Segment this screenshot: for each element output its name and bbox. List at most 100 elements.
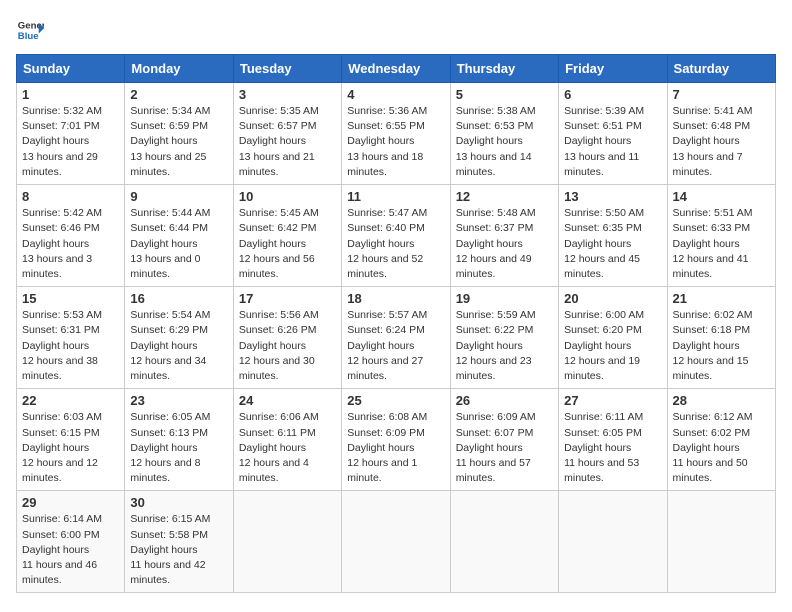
weekday-header-wednesday: Wednesday [342,55,450,83]
weekday-header-tuesday: Tuesday [233,55,341,83]
day-number: 2 [130,87,227,102]
weekday-header-monday: Monday [125,55,233,83]
day-number: 10 [239,189,336,204]
calendar-cell: 9 Sunrise: 5:44 AMSunset: 6:44 PMDayligh… [125,185,233,287]
day-number: 19 [456,291,553,306]
weekday-header-thursday: Thursday [450,55,558,83]
logo-icon: General Blue [16,16,44,44]
calendar-cell [233,491,341,593]
calendar-cell: 7 Sunrise: 5:41 AMSunset: 6:48 PMDayligh… [667,83,775,185]
day-number: 27 [564,393,661,408]
day-info: Sunrise: 5:59 AMSunset: 6:22 PMDaylight … [456,308,553,384]
day-info: Sunrise: 6:06 AMSunset: 6:11 PMDaylight … [239,410,336,486]
day-info: Sunrise: 5:48 AMSunset: 6:37 PMDaylight … [456,206,553,282]
page-header: General Blue [16,16,776,44]
day-number: 9 [130,189,227,204]
day-number: 13 [564,189,661,204]
day-number: 6 [564,87,661,102]
calendar-cell: 25 Sunrise: 6:08 AMSunset: 6:09 PMDaylig… [342,389,450,491]
day-number: 12 [456,189,553,204]
calendar-cell: 13 Sunrise: 5:50 AMSunset: 6:35 PMDaylig… [559,185,667,287]
calendar-cell: 27 Sunrise: 6:11 AMSunset: 6:05 PMDaylig… [559,389,667,491]
day-number: 24 [239,393,336,408]
day-info: Sunrise: 5:51 AMSunset: 6:33 PMDaylight … [673,206,770,282]
day-info: Sunrise: 6:14 AMSunset: 6:00 PMDaylight … [22,512,119,588]
day-number: 25 [347,393,444,408]
day-info: Sunrise: 5:42 AMSunset: 6:46 PMDaylight … [22,206,119,282]
day-info: Sunrise: 5:41 AMSunset: 6:48 PMDaylight … [673,104,770,180]
day-info: Sunrise: 5:44 AMSunset: 6:44 PMDaylight … [130,206,227,282]
day-number: 16 [130,291,227,306]
day-info: Sunrise: 5:47 AMSunset: 6:40 PMDaylight … [347,206,444,282]
day-number: 15 [22,291,119,306]
day-number: 17 [239,291,336,306]
logo: General Blue [16,16,44,44]
calendar-cell: 12 Sunrise: 5:48 AMSunset: 6:37 PMDaylig… [450,185,558,287]
day-number: 4 [347,87,444,102]
day-number: 21 [673,291,770,306]
day-info: Sunrise: 5:53 AMSunset: 6:31 PMDaylight … [22,308,119,384]
calendar-row-4: 22 Sunrise: 6:03 AMSunset: 6:15 PMDaylig… [17,389,776,491]
calendar-cell [450,491,558,593]
weekday-header-sunday: Sunday [17,55,125,83]
calendar-cell: 18 Sunrise: 5:57 AMSunset: 6:24 PMDaylig… [342,287,450,389]
calendar-cell: 15 Sunrise: 5:53 AMSunset: 6:31 PMDaylig… [17,287,125,389]
weekday-header-friday: Friday [559,55,667,83]
calendar-cell: 6 Sunrise: 5:39 AMSunset: 6:51 PMDayligh… [559,83,667,185]
calendar-cell: 17 Sunrise: 5:56 AMSunset: 6:26 PMDaylig… [233,287,341,389]
day-info: Sunrise: 6:02 AMSunset: 6:18 PMDaylight … [673,308,770,384]
calendar-cell: 30 Sunrise: 6:15 AMSunset: 5:58 PMDaylig… [125,491,233,593]
day-number: 5 [456,87,553,102]
calendar-cell: 21 Sunrise: 6:02 AMSunset: 6:18 PMDaylig… [667,287,775,389]
calendar-cell: 23 Sunrise: 6:05 AMSunset: 6:13 PMDaylig… [125,389,233,491]
day-number: 28 [673,393,770,408]
calendar-cell: 2 Sunrise: 5:34 AMSunset: 6:59 PMDayligh… [125,83,233,185]
day-info: Sunrise: 6:12 AMSunset: 6:02 PMDaylight … [673,410,770,486]
day-info: Sunrise: 5:57 AMSunset: 6:24 PMDaylight … [347,308,444,384]
day-info: Sunrise: 5:50 AMSunset: 6:35 PMDaylight … [564,206,661,282]
day-number: 7 [673,87,770,102]
calendar-cell [559,491,667,593]
calendar-cell: 22 Sunrise: 6:03 AMSunset: 6:15 PMDaylig… [17,389,125,491]
day-info: Sunrise: 6:03 AMSunset: 6:15 PMDaylight … [22,410,119,486]
calendar-row-5: 29 Sunrise: 6:14 AMSunset: 6:00 PMDaylig… [17,491,776,593]
day-number: 30 [130,495,227,510]
day-info: Sunrise: 5:38 AMSunset: 6:53 PMDaylight … [456,104,553,180]
weekday-header-row: SundayMondayTuesdayWednesdayThursdayFrid… [17,55,776,83]
day-number: 1 [22,87,119,102]
calendar-cell: 3 Sunrise: 5:35 AMSunset: 6:57 PMDayligh… [233,83,341,185]
weekday-header-saturday: Saturday [667,55,775,83]
day-info: Sunrise: 6:09 AMSunset: 6:07 PMDaylight … [456,410,553,486]
day-info: Sunrise: 6:15 AMSunset: 5:58 PMDaylight … [130,512,227,588]
calendar-cell: 28 Sunrise: 6:12 AMSunset: 6:02 PMDaylig… [667,389,775,491]
day-number: 23 [130,393,227,408]
calendar-cell: 14 Sunrise: 5:51 AMSunset: 6:33 PMDaylig… [667,185,775,287]
calendar-row-1: 1 Sunrise: 5:32 AMSunset: 7:01 PMDayligh… [17,83,776,185]
day-number: 18 [347,291,444,306]
calendar-cell: 26 Sunrise: 6:09 AMSunset: 6:07 PMDaylig… [450,389,558,491]
calendar-cell: 19 Sunrise: 5:59 AMSunset: 6:22 PMDaylig… [450,287,558,389]
calendar-cell: 8 Sunrise: 5:42 AMSunset: 6:46 PMDayligh… [17,185,125,287]
day-number: 14 [673,189,770,204]
day-number: 20 [564,291,661,306]
calendar-cell [667,491,775,593]
calendar-cell: 16 Sunrise: 5:54 AMSunset: 6:29 PMDaylig… [125,287,233,389]
calendar-row-3: 15 Sunrise: 5:53 AMSunset: 6:31 PMDaylig… [17,287,776,389]
day-info: Sunrise: 5:32 AMSunset: 7:01 PMDaylight … [22,104,119,180]
svg-text:Blue: Blue [18,31,39,42]
calendar-cell: 29 Sunrise: 6:14 AMSunset: 6:00 PMDaylig… [17,491,125,593]
day-number: 8 [22,189,119,204]
day-info: Sunrise: 6:08 AMSunset: 6:09 PMDaylight … [347,410,444,486]
day-info: Sunrise: 5:39 AMSunset: 6:51 PMDaylight … [564,104,661,180]
day-info: Sunrise: 6:11 AMSunset: 6:05 PMDaylight … [564,410,661,486]
calendar-cell [342,491,450,593]
day-info: Sunrise: 5:54 AMSunset: 6:29 PMDaylight … [130,308,227,384]
calendar-cell: 11 Sunrise: 5:47 AMSunset: 6:40 PMDaylig… [342,185,450,287]
calendar-table: SundayMondayTuesdayWednesdayThursdayFrid… [16,54,776,593]
calendar-cell: 5 Sunrise: 5:38 AMSunset: 6:53 PMDayligh… [450,83,558,185]
calendar-row-2: 8 Sunrise: 5:42 AMSunset: 6:46 PMDayligh… [17,185,776,287]
day-info: Sunrise: 6:05 AMSunset: 6:13 PMDaylight … [130,410,227,486]
calendar-cell: 24 Sunrise: 6:06 AMSunset: 6:11 PMDaylig… [233,389,341,491]
calendar-cell: 4 Sunrise: 5:36 AMSunset: 6:55 PMDayligh… [342,83,450,185]
calendar-cell: 10 Sunrise: 5:45 AMSunset: 6:42 PMDaylig… [233,185,341,287]
